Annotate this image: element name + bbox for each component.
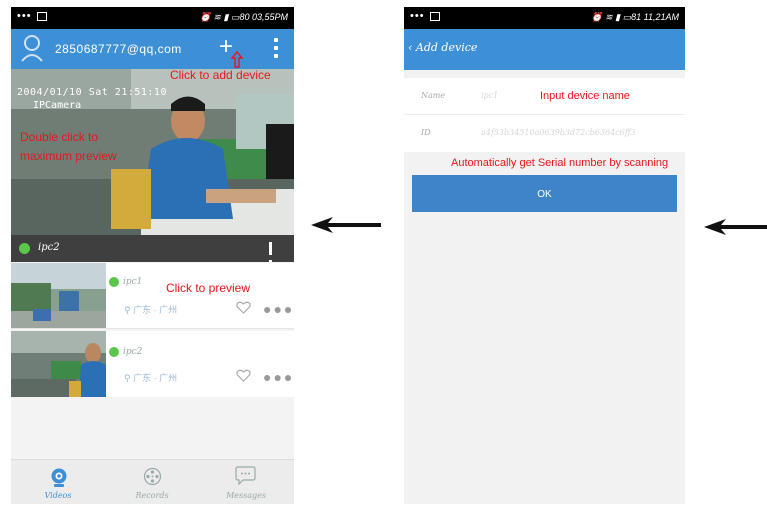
camera-thumbnail[interactable] — [11, 331, 106, 397]
camera-location: ⚲ 广东 · 广州 — [124, 305, 178, 315]
camera-list-item[interactable]: ipc1 ⚲ 广东 · 广州 ●●● — [11, 263, 294, 329]
status-right: ⏰ ≋ ▮ ▭81 11,21AM — [591, 12, 679, 22]
id-row[interactable]: ID a4f53b34510a0639b3d72cb6364c6ff3 — [404, 115, 685, 152]
app-bar: 2850687777@qq,com + — [11, 29, 294, 69]
annotation-preview: Click to preview — [166, 281, 251, 295]
more-horizontal-icon[interactable]: ●●● — [263, 301, 294, 317]
notification-dots-icon: ••• — [17, 10, 32, 22]
gallery-notification-icon — [37, 12, 47, 21]
heart-icon[interactable] — [236, 369, 251, 382]
pause-icon[interactable] — [269, 242, 280, 273]
camera-list-item[interactable]: ipc2 ⚲ 广东 · 广州 ●●● — [11, 331, 294, 397]
nav-videos[interactable]: Videos — [11, 460, 105, 504]
video-control-bar: ipc2 — [11, 235, 294, 273]
gallery-notification-icon — [430, 12, 440, 21]
camera-location: ⚲ 广东 · 广州 — [124, 373, 178, 383]
nav-label: Records — [135, 491, 169, 500]
active-camera-name: ipc2 — [38, 242, 60, 253]
online-status-icon — [19, 243, 30, 254]
battery-level: 81 — [631, 12, 642, 22]
chat-bubble-icon — [235, 466, 256, 485]
app-bar: ‹ Add device — [404, 29, 685, 70]
page-title: Add device — [415, 41, 478, 54]
account-email: 2850687777@qq,com — [55, 42, 182, 56]
status-right: ⏰ ≋ ▮ ▭80 03,55PM — [199, 12, 288, 22]
bottom-navigation: Videos Records Messages — [11, 459, 294, 504]
left-arrow-icon — [704, 219, 767, 235]
up-arrow-icon — [231, 51, 243, 68]
status-time: 03,55PM — [251, 12, 288, 22]
camera-icon — [51, 468, 67, 487]
online-status-icon — [109, 347, 119, 357]
divider — [11, 328, 294, 329]
annotation-input-name: Input device name — [540, 90, 630, 102]
video-camera-overlay: IPCamera — [33, 100, 82, 111]
more-horizontal-icon[interactable]: ●●● — [263, 369, 294, 385]
more-vertical-icon[interactable] — [274, 38, 278, 62]
film-reel-icon — [143, 467, 162, 486]
annotation-double-click: Double click to maximum preview — [20, 130, 117, 163]
nav-messages[interactable]: Messages — [199, 460, 293, 504]
battery-level: 80 — [239, 12, 250, 22]
nav-records[interactable]: Records — [105, 460, 199, 504]
online-status-icon — [109, 277, 119, 287]
name-field[interactable]: ipc1 — [481, 91, 498, 100]
id-field[interactable]: a4f53b34510a0639b3d72cb6364c6ff3 — [481, 128, 636, 137]
user-icon[interactable] — [21, 34, 43, 62]
chevron-left-icon: ‹ — [408, 41, 413, 54]
left-arrow-icon — [311, 217, 381, 233]
status-time: 11,21AM — [643, 12, 679, 22]
location-text: 广东 · 广州 — [133, 373, 178, 383]
annotation-serial: Automatically get Serial number by scann… — [451, 157, 669, 169]
status-bar: ••• ⏰ ≋ ▮ ▭81 11,21AM — [404, 7, 685, 29]
add-device-screen: ••• ⏰ ≋ ▮ ▭81 11,21AM ‹ Add device Name … — [404, 7, 685, 504]
back-button[interactable]: ‹ Add device — [408, 41, 477, 54]
name-label: Name — [421, 91, 446, 100]
notification-dots-icon: ••• — [410, 10, 425, 22]
nav-label: Messages — [226, 491, 266, 500]
heart-icon[interactable] — [236, 301, 251, 314]
ok-button[interactable]: OK — [412, 175, 677, 212]
video-datetime-overlay: 2004/01/10 Sat 21:51:10 — [17, 87, 167, 98]
location-text: 广东 · 广州 — [133, 305, 178, 315]
nav-label: Videos — [44, 491, 72, 500]
camera-name: ipc1 — [123, 277, 143, 287]
annotation-add-device: Click to add device — [170, 68, 271, 82]
status-bar: ••• ⏰ ≋ ▮ ▭80 03,55PM — [11, 7, 294, 29]
camera-thumbnail[interactable] — [11, 263, 106, 329]
id-label: ID — [421, 128, 431, 137]
camera-name: ipc2 — [123, 347, 143, 357]
